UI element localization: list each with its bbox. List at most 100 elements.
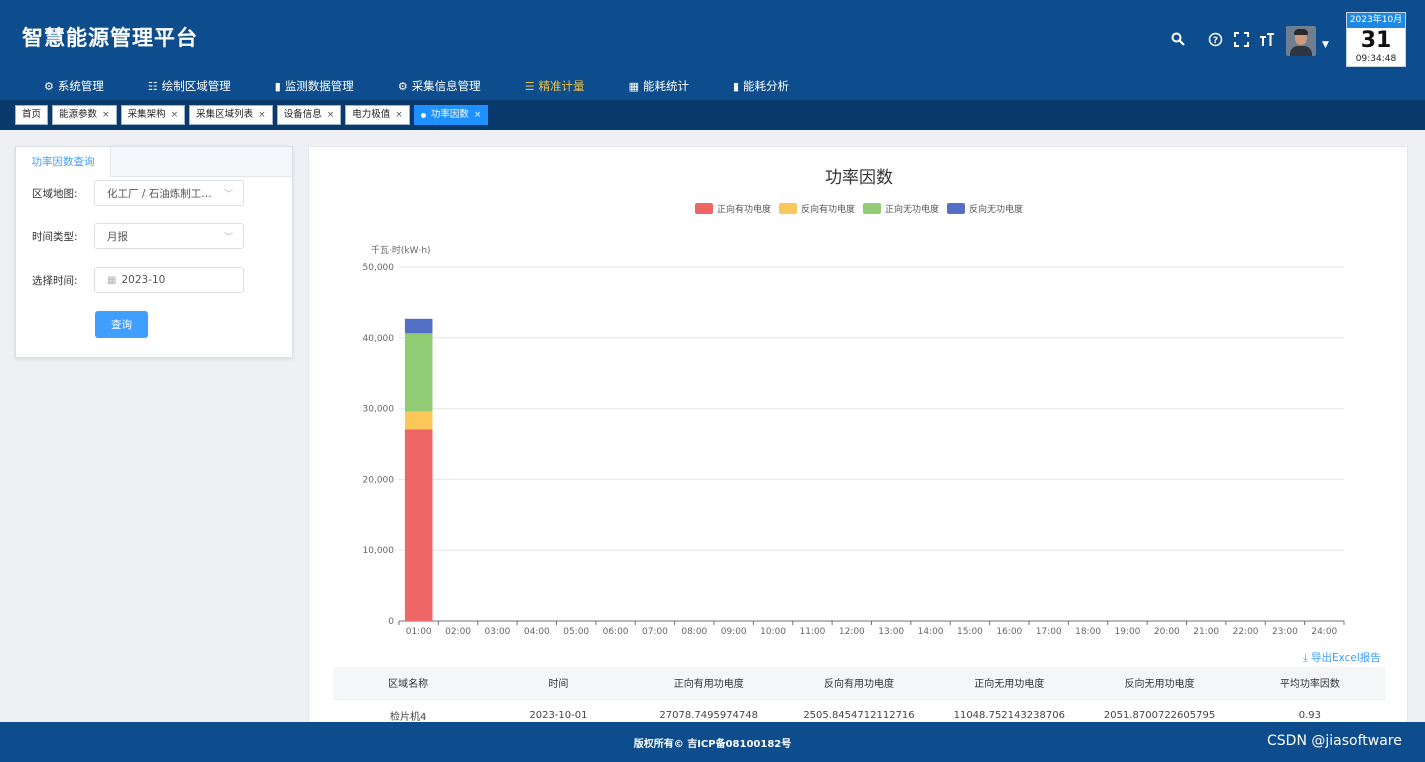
legend-item[interactable]: 正向无功电度 bbox=[863, 202, 939, 215]
tab-3[interactable]: 采集区域列表 × bbox=[189, 105, 273, 125]
y-tick-label: 40,000 bbox=[363, 334, 395, 344]
date-value: 2023-10 bbox=[121, 274, 166, 286]
bar-segment-正向无功电度[interactable] bbox=[404, 333, 433, 412]
bar-segment-正向有功电度[interactable] bbox=[404, 429, 433, 621]
legend-label: 正向有功电度 bbox=[716, 205, 771, 215]
gear-icon: ⚙ bbox=[44, 79, 54, 93]
query-panel-tabs: 功率因数查询 bbox=[16, 147, 292, 177]
y-tick-label: 20,000 bbox=[363, 475, 395, 485]
y-tick-label: 50,000 bbox=[363, 263, 395, 273]
x-tick-label: 10:00 bbox=[760, 627, 786, 637]
chevron-down-icon: ﹀ bbox=[223, 189, 233, 200]
date-row: 选择时间: ▦ 2023-10 bbox=[16, 267, 244, 293]
time-type-select[interactable]: 月报 ﹀ bbox=[94, 223, 244, 249]
table-header-cell: 时间 bbox=[483, 667, 634, 700]
close-icon[interactable]: × bbox=[395, 106, 403, 124]
nav-item-0[interactable]: ⚙ 系统管理 bbox=[0, 74, 126, 98]
app-title: 智慧能源管理平台 bbox=[22, 26, 198, 50]
table-header-cell: 反向无用功电度 bbox=[1084, 667, 1235, 700]
tab-label: 首页 bbox=[22, 109, 42, 120]
chevron-down-icon[interactable]: ▼ bbox=[1322, 40, 1329, 50]
svg-text:?: ? bbox=[1213, 36, 1218, 46]
nav-item-4[interactable]: ☰ 精准计量 bbox=[503, 74, 607, 98]
table-header-cell: 反向有用功电度 bbox=[783, 667, 935, 700]
tab-power-factor-query[interactable]: 功率因数查询 bbox=[16, 147, 111, 177]
active-dot-icon bbox=[420, 112, 426, 118]
nav-item-label: 绘制区域管理 bbox=[161, 79, 231, 93]
sliders-icon: ☰ bbox=[524, 79, 535, 93]
x-tick-label: 11:00 bbox=[799, 627, 825, 637]
tab-5[interactable]: 电力极值 × bbox=[345, 105, 410, 125]
close-icon[interactable]: × bbox=[327, 106, 335, 124]
tab-4[interactable]: 设备信息 × bbox=[276, 105, 342, 125]
close-icon[interactable]: × bbox=[474, 106, 482, 124]
help-icon[interactable]: ? bbox=[1208, 32, 1223, 51]
fullscreen-icon[interactable] bbox=[1234, 32, 1249, 51]
legend-swatch bbox=[863, 203, 881, 214]
table-header-row: 区域名称 时间 正向有用功电度 反向有用功电度 正向无用功电度 反向无用功电度 平均功率因数 bbox=[333, 667, 1385, 700]
bar-chart-icon: ▮ bbox=[274, 79, 281, 93]
nav-item-label: 系统管理 bbox=[57, 79, 104, 93]
chevron-down-icon: ﹀ bbox=[223, 232, 233, 243]
nav-item-6[interactable]: ▮ 能耗分析 bbox=[711, 74, 811, 98]
app-window: 智慧能源管理平台 ⚙ 系统管理 ☷ 绘制区域管理 ▮ 监测数据管理 ⚙ 采集信息管理 ☰ 精准计量… bbox=[0, 0, 1425, 762]
x-tick-label: 03:00 bbox=[484, 627, 510, 637]
table-header-cell: 正向有用功电度 bbox=[633, 667, 784, 700]
time-type-label: 时间类型: bbox=[32, 230, 78, 243]
nav-item-5[interactable]: ▦ 能耗统计 bbox=[607, 74, 711, 98]
close-icon[interactable]: × bbox=[102, 106, 110, 124]
tab-label: 电力极值 bbox=[352, 109, 391, 120]
export-excel-link[interactable]: ⤓ 导出Excel报告 bbox=[1303, 650, 1381, 665]
x-tick-label: 02:00 bbox=[445, 627, 471, 637]
tab-6[interactable]: 功率因数 × bbox=[413, 105, 489, 125]
legend-item[interactable]: 反向无功电度 bbox=[947, 202, 1023, 215]
area-row: 区域地图: 化工厂 / 石油炼制工业... ﹀ bbox=[16, 180, 244, 206]
tab-0[interactable]: 首页 bbox=[15, 105, 49, 125]
nav-item-label: 监测数据管理 bbox=[284, 79, 354, 93]
table-header-cell: 平均功率因数 bbox=[1234, 667, 1385, 700]
area-select[interactable]: 化工厂 / 石油炼制工业... ﹀ bbox=[94, 180, 244, 206]
close-icon[interactable]: × bbox=[258, 106, 266, 124]
user-avatar[interactable] bbox=[1286, 26, 1316, 56]
close-icon[interactable]: × bbox=[171, 106, 179, 124]
x-tick-label: 08:00 bbox=[681, 627, 707, 637]
area-label: 区域地图: bbox=[32, 187, 78, 200]
document-icon: ☷ bbox=[147, 79, 158, 93]
x-tick-label: 09:00 bbox=[721, 627, 747, 637]
font-size-icon[interactable] bbox=[1259, 32, 1275, 51]
query-panel: 功率因数查询 区域地图: 化工厂 / 石油炼制工业... ﹀ 时间类型: 月报 … bbox=[15, 146, 293, 358]
query-button[interactable]: 查询 bbox=[95, 311, 148, 338]
calculator-icon: ▦ bbox=[628, 79, 639, 93]
x-tick-label: 13:00 bbox=[878, 627, 904, 637]
x-tick-label: 24:00 bbox=[1311, 627, 1337, 637]
legend-label: 正向无功电度 bbox=[885, 205, 940, 215]
legend-swatch bbox=[694, 203, 713, 214]
nav-item-3[interactable]: ⚙ 采集信息管理 bbox=[376, 74, 503, 98]
cog-icon: ⚙ bbox=[397, 79, 408, 93]
tab-label: 采集架构 bbox=[127, 109, 166, 120]
watermark-text: CSDN @jiasoftware bbox=[1267, 733, 1402, 749]
x-tick-label: 19:00 bbox=[1114, 627, 1140, 637]
tab-label: 采集区域列表 bbox=[196, 109, 254, 120]
header-bar: 智慧能源管理平台 ⚙ 系统管理 ☷ 绘制区域管理 ▮ 监测数据管理 ⚙ 采集信息管理 ☰ 精准计量… bbox=[0, 0, 1425, 100]
chart-legend: 正向有功电度 反向有功电度 正向无功电度 反向无功电度 bbox=[309, 202, 1409, 215]
legend-item[interactable]: 反向有功电度 bbox=[778, 202, 855, 215]
bar-segment-反向有功电度[interactable] bbox=[404, 411, 433, 430]
search-icon[interactable] bbox=[1171, 32, 1185, 50]
main-nav: ⚙ 系统管理 ☷ 绘制区域管理 ▮ 监测数据管理 ⚙ 采集信息管理 ☰ 精准计量 ▦ 能耗统计 ▮ 能耗分… bbox=[0, 74, 811, 100]
tab-bar: 首页 能源参数 × 采集架构 × 采集区域列表 × 设备信息 × 电力极值 × 功率因数 × bbox=[0, 100, 1425, 130]
tab-label: 设备信息 bbox=[283, 109, 322, 120]
nav-item-2[interactable]: ▮ 监测数据管理 bbox=[253, 74, 376, 98]
tab-2[interactable]: 采集架构 × bbox=[120, 105, 186, 125]
legend-item[interactable]: 正向有功电度 bbox=[694, 202, 771, 215]
nav-item-1[interactable]: ☷ 绘制区域管理 bbox=[126, 74, 253, 98]
tab-1[interactable]: 能源参数 × bbox=[52, 105, 117, 125]
x-tick-label: 17:00 bbox=[1036, 627, 1062, 637]
legend-label: 反向有功电度 bbox=[800, 205, 855, 215]
tab-label: 功率因数 bbox=[430, 109, 469, 120]
chart-title: 功率因数 bbox=[825, 168, 893, 188]
table-header-cell: 正向无用功电度 bbox=[934, 667, 1085, 700]
x-tick-label: 06:00 bbox=[603, 627, 629, 637]
bar-segment-反向无功电度[interactable] bbox=[404, 318, 433, 334]
date-picker[interactable]: ▦ 2023-10 bbox=[94, 267, 244, 293]
